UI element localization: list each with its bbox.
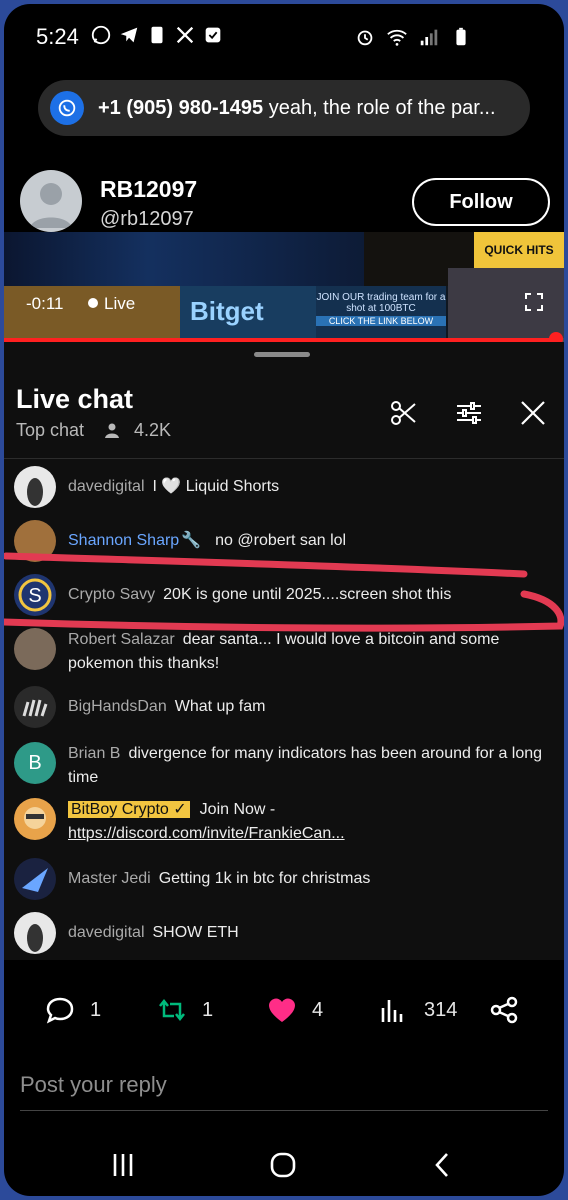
chat-text: I 🤍 Liquid Shorts: [152, 478, 280, 495]
like-button[interactable]: 4: [266, 994, 323, 1026]
chat-text: divergence for many indicators has been …: [68, 745, 543, 786]
home-icon[interactable]: [268, 1150, 298, 1180]
quick-hits-banner: QUICK HITS: [474, 232, 564, 268]
chat-filter-dropdown[interactable]: Top chat: [16, 420, 84, 441]
x-logo-icon: [176, 26, 194, 44]
chat-author[interactable]: BigHandsDan: [68, 698, 167, 715]
heart-icon: [269, 998, 295, 1022]
live-dot-icon: [88, 298, 98, 308]
verified-badge-icon: ✓: [173, 801, 187, 818]
promo-text: JOIN OUR trading team for a shot at 100B…: [316, 292, 446, 314]
divider: [20, 1110, 548, 1111]
system-nav-bar: [4, 1144, 564, 1192]
scissors-icon[interactable]: [388, 398, 418, 428]
drag-handle[interactable]: [254, 352, 310, 357]
chat-text: SHOW ETH: [152, 924, 239, 941]
live-label: Live: [104, 294, 136, 313]
close-icon[interactable]: [518, 398, 548, 428]
signal-icon: [420, 29, 438, 46]
avatar: [14, 466, 56, 508]
share-icon: [490, 996, 518, 1024]
whatsapp-icon: [91, 25, 111, 45]
avatar: [14, 686, 56, 728]
promo-cta: CLICK THE LINK BELOW: [316, 316, 446, 326]
video-elapsed: -0:11: [26, 294, 64, 313]
avatar: [14, 912, 56, 954]
retweet-button[interactable]: 1: [156, 994, 213, 1026]
chart-thumbnail: [4, 232, 364, 286]
check-icon: [205, 27, 221, 43]
viewer-count: 4.2K: [134, 420, 172, 440]
live-chat-title: Live chat: [16, 384, 134, 414]
red-marker-annotation: [4, 552, 564, 632]
telegram-icon: [120, 27, 138, 43]
avatar: [14, 798, 56, 840]
streamer-camera: [448, 268, 564, 338]
fullscreen-icon[interactable]: [524, 292, 544, 312]
chat-author[interactable]: Master Jedi: [68, 870, 151, 887]
system-icons: [354, 26, 472, 48]
notification-icons: [90, 24, 224, 46]
video-player[interactable]: QUICK HITS Bitget JOIN OUR trading team …: [4, 232, 564, 340]
divider: [4, 458, 564, 459]
like-count: 4: [312, 998, 324, 1021]
chat-author[interactable]: davedigital: [68, 478, 145, 495]
chat-author[interactable]: BitBoy Crypto ✓: [68, 801, 190, 818]
message-notification[interactable]: +1 (905) 980-1495 yeah, the role of the …: [38, 80, 530, 136]
status-bar: 5:24: [4, 4, 564, 68]
notification-sender: +1 (905) 980-1495: [98, 96, 264, 119]
notification-preview: yeah, the role of the par...: [268, 96, 496, 119]
chat-link[interactable]: https://discord.com/invite/FrankieCan...: [68, 825, 345, 842]
profile-header: RB12097 @rb12097 Follow: [18, 170, 558, 236]
retweet-icon: [159, 998, 185, 1022]
share-button[interactable]: [488, 994, 534, 1026]
reply-count: 1: [90, 998, 102, 1021]
notification-text: +1 (905) 980-1495 yeah, the role of the …: [98, 97, 518, 120]
follow-button[interactable]: Follow: [412, 178, 550, 226]
chat-author[interactable]: Brian B: [68, 745, 120, 762]
avatar[interactable]: [20, 170, 82, 232]
settings-sliders-icon[interactable]: [454, 398, 484, 428]
views-count: 314: [424, 998, 458, 1021]
display-name[interactable]: RB12097: [100, 176, 197, 203]
user-handle[interactable]: @rb12097: [100, 208, 194, 231]
alarm-icon: [357, 30, 373, 46]
status-time: 5:24: [36, 24, 79, 49]
chat-text: Join Now -: [199, 801, 276, 818]
whatsapp-icon: [50, 91, 84, 125]
reply-icon: [46, 997, 74, 1024]
phone-screen: 5:24 +1 (905) 980-1495 yeah, the role of…: [4, 4, 564, 1196]
device-icon: [151, 26, 163, 44]
reply-button[interactable]: 1: [44, 994, 101, 1026]
bitget-banner: Bitget: [180, 286, 316, 338]
person-icon: [105, 423, 119, 438]
battery-icon: [456, 27, 466, 46]
chat-author-name: BitBoy Crypto: [71, 801, 169, 818]
chat-author[interactable]: davedigital: [68, 924, 145, 941]
views-button[interactable]: 314: [378, 994, 457, 1026]
back-icon[interactable]: [428, 1150, 458, 1180]
views-icon: [381, 1000, 403, 1022]
recent-apps-icon[interactable]: [108, 1150, 138, 1180]
avatar: B: [14, 742, 56, 784]
promo-banner: JOIN OUR trading team for a shot at 100B…: [316, 286, 446, 338]
avatar: [14, 858, 56, 900]
tweet-actions: 1 1 4 314: [4, 994, 564, 1034]
avatar-letter: B: [28, 752, 42, 774]
wifi-icon: [387, 29, 407, 46]
chat-text: What up fam: [174, 698, 266, 715]
chat-text: Getting 1k in btc for christmas: [158, 870, 371, 887]
retweet-count: 1: [202, 998, 214, 1021]
reply-input[interactable]: Post your reply: [20, 1072, 167, 1098]
